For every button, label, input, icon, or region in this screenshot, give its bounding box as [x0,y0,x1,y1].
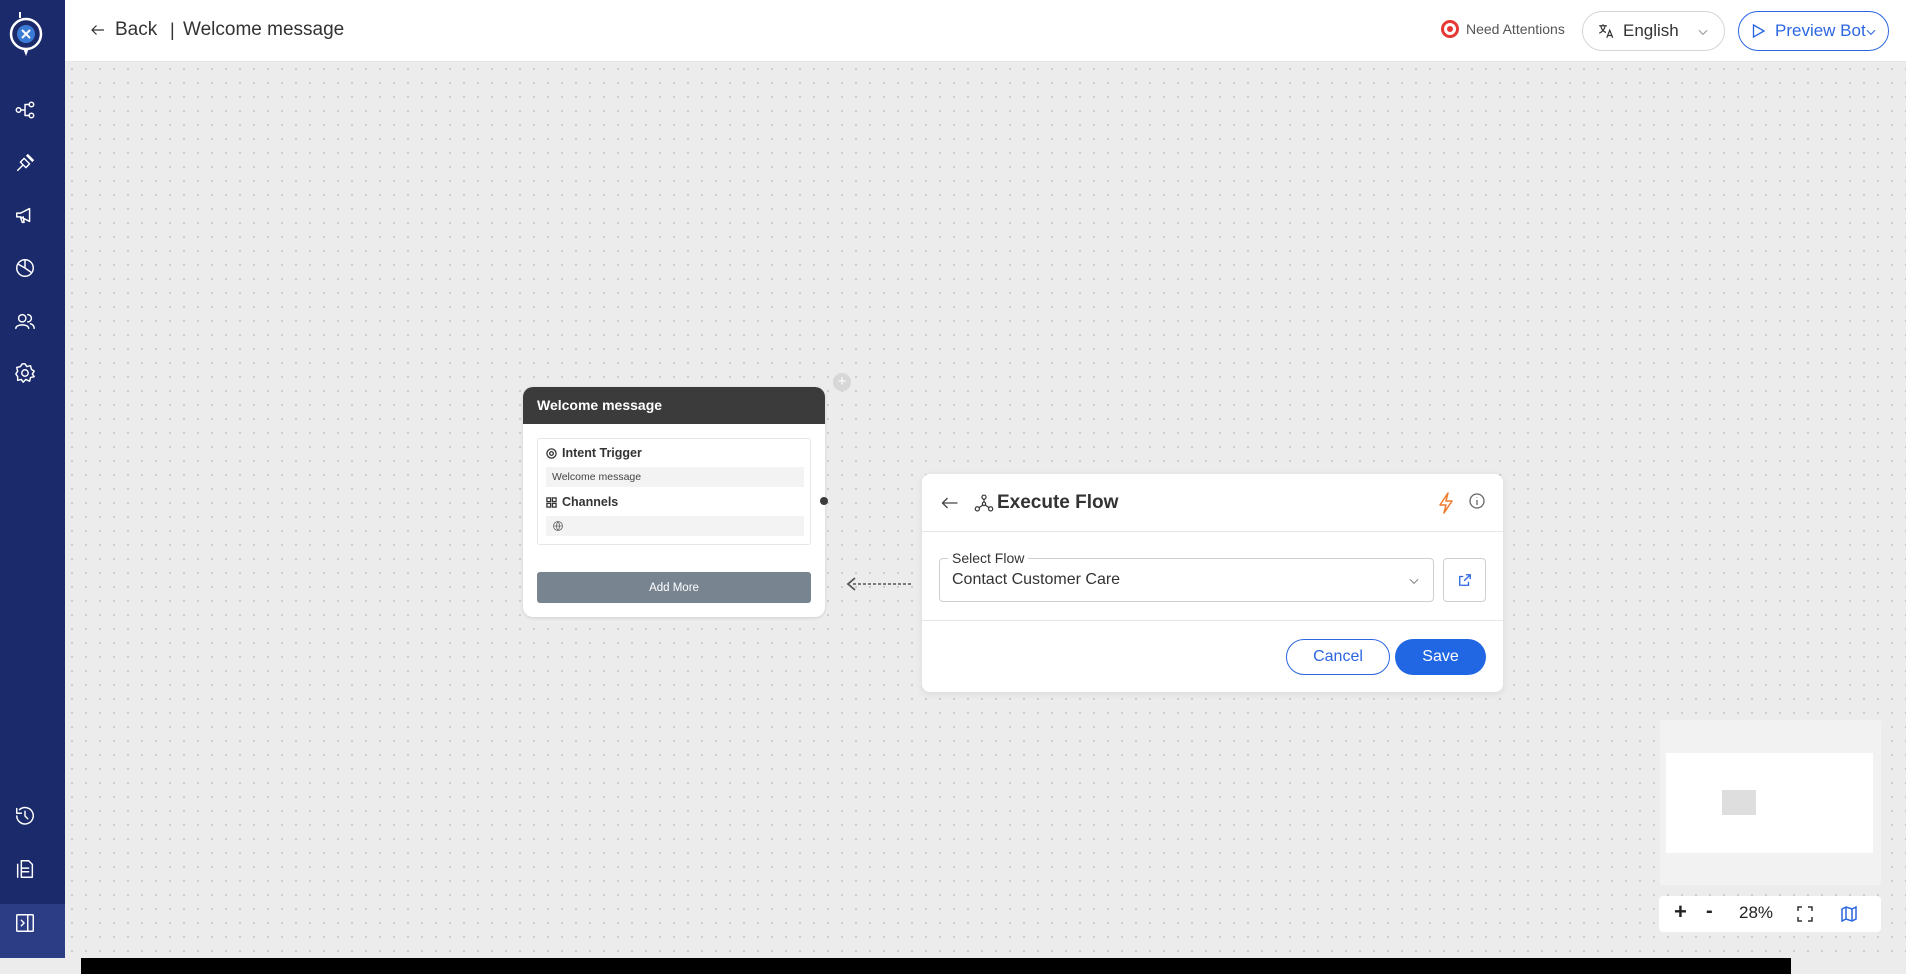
select-flow-label: Select Flow [948,550,1029,566]
add-more-button[interactable]: Add More [537,572,811,603]
bottom-bar [81,958,1791,974]
add-node-button[interactable]: + [833,373,851,391]
panel-divider [922,620,1503,621]
intent-trigger-heading: Intent Trigger [546,446,642,460]
channels-heading: Channels [546,495,618,509]
map-toggle-icon[interactable] [1841,905,1857,927]
grid-icon [546,496,557,508]
language-value: English [1623,21,1679,40]
node-trigger-box: Intent Trigger Welcome message Channels [537,438,811,545]
sidebar [0,0,65,958]
target-icon [546,447,557,459]
panel-back-button[interactable] [940,493,960,513]
zoom-out-button[interactable]: - [1706,900,1713,923]
info-icon[interactable] [1469,493,1487,511]
need-attention-indicator[interactable]: Need Attentions [1441,20,1565,38]
flow-icon[interactable] [12,97,38,123]
cancel-button[interactable]: Cancel [1286,639,1390,675]
intent-trigger-value: Welcome message [546,467,804,487]
zoom-level: 28% [1739,903,1774,922]
minimap[interactable] [1660,720,1881,885]
top-header: Back | Welcome message Need Attentions E… [65,0,1906,62]
document-icon[interactable] [12,856,38,882]
language-select[interactable]: English [1582,11,1725,51]
minimap-node [1722,790,1756,815]
globe-icon [553,521,563,531]
external-link-icon [1458,574,1471,586]
back-button[interactable]: Back [89,19,157,41]
minimap-viewport[interactable] [1666,753,1873,853]
settings-icon[interactable] [12,360,38,386]
chevron-down-icon [1409,578,1419,585]
channels-field [546,516,804,536]
page-title: Welcome message [183,19,345,40]
intent-trigger-label: Intent Trigger [562,446,642,460]
flow-network-icon [974,493,994,513]
select-flow-dropdown[interactable]: Select Flow Contact Customer Care [939,550,1434,602]
panel-header: Execute Flow [922,474,1503,532]
collapse-panel-icon[interactable] [12,910,38,936]
alert-icon [1441,20,1459,38]
execute-flow-panel: Execute Flow Select Flow Contact Custome… [922,474,1503,692]
select-flow-value: Contact Customer Care [952,571,1121,588]
translate-icon [1598,24,1614,38]
lightning-icon[interactable] [1437,492,1457,514]
arrow-left-icon [91,25,104,35]
channels-label: Channels [562,495,619,509]
node-title: Welcome message [523,387,825,424]
preview-bot-button[interactable]: Preview Bot [1738,11,1889,51]
zoom-controls: + - 28% [1659,896,1881,932]
history-icon[interactable] [12,803,38,829]
fit-view-icon[interactable] [1797,906,1813,927]
back-label: Back [115,19,158,40]
broadcast-icon[interactable] [12,202,38,228]
analytics-icon[interactable] [12,255,38,281]
breadcrumb-separator: | [170,20,175,40]
open-flow-button[interactable] [1443,558,1486,602]
dashed-connector [846,577,913,591]
users-icon[interactable] [12,308,38,334]
app-logo[interactable] [6,10,46,60]
arrow-left-icon [941,497,958,509]
node-output-port[interactable] [820,497,828,505]
integration-icon[interactable] [12,150,38,176]
save-button[interactable]: Save [1395,639,1486,675]
welcome-message-node[interactable]: Welcome message Intent Trigger Welcome m… [523,387,825,617]
chevron-down-icon [1698,29,1708,36]
need-attention-label: Need Attentions [1466,21,1565,37]
preview-bot-label: Preview Bot [1775,21,1866,40]
chevron-down-icon [1866,29,1876,36]
play-icon [1752,23,1766,39]
panel-title: Execute Flow [997,492,1119,513]
zoom-in-button[interactable]: + [1674,899,1687,925]
